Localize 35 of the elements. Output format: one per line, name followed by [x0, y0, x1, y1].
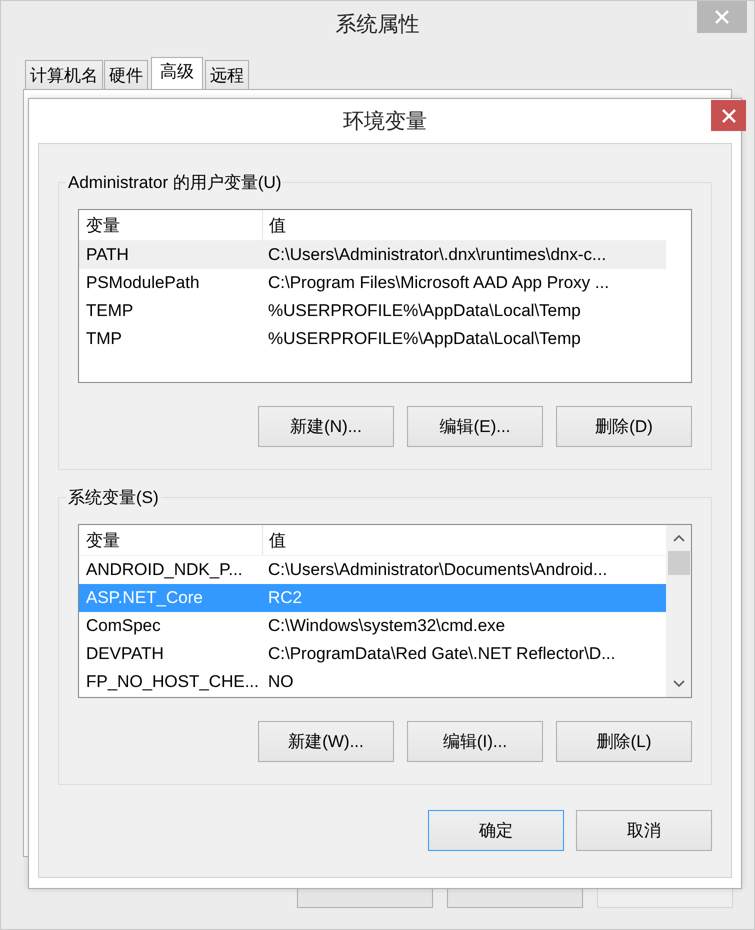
scroll-up-icon[interactable] [672, 534, 684, 542]
tab[interactable]: 远程 [205, 60, 249, 89]
group-label: 系统变量(S) [66, 486, 161, 509]
dialog-button[interactable]: 确定 [428, 810, 564, 851]
list-row[interactable]: ANDROID_NDK_P... C:\Users\Administrator\Documents\Android... [79, 556, 666, 584]
window-title: 系统属性 [336, 12, 420, 38]
list-row[interactable]: DEVPATH C:\ProgramData\Red Gate\.NET Reflector\D... [79, 640, 666, 668]
list-row[interactable]: ComSpec C:\Windows\system32\cmd.exe [79, 612, 666, 640]
tab[interactable]: 硬件 [104, 60, 148, 89]
tab[interactable]: 高级 [151, 57, 203, 89]
list-row[interactable]: TEMP %USERPROFILE%\AppData\Local\Temp [79, 297, 666, 325]
close-button[interactable] [711, 100, 746, 131]
column-header[interactable]: 变量 [79, 525, 263, 555]
group-label: Administrator 的用户变量(U) [66, 171, 284, 194]
dialog-button[interactable]: 删除(D) [556, 406, 692, 447]
scrollbar[interactable] [666, 525, 691, 697]
close-icon [720, 108, 736, 124]
dialog-button[interactable]: 新建(N)... [258, 406, 394, 447]
dialog-button[interactable]: 取消 [576, 810, 712, 851]
scroll-down-icon[interactable] [672, 680, 684, 688]
scrollbar-thumb[interactable] [668, 551, 690, 575]
list-row[interactable]: FP_NO_HOST_CHE... NO [79, 668, 666, 696]
dialog-button[interactable]: 编辑(I)... [407, 721, 543, 762]
dialog-title: 环境变量 [343, 109, 427, 135]
list-row[interactable]: PSModulePath C:\Program Files\Microsoft AAD App Proxy ... [79, 269, 666, 297]
column-header[interactable]: 值 [263, 210, 666, 240]
tab[interactable]: 计算机名 [25, 60, 103, 89]
list-row[interactable]: TMP %USERPROFILE%\AppData\Local\Temp [79, 325, 666, 353]
dialog-button[interactable]: 新建(W)... [258, 721, 394, 762]
dialog-button[interactable]: 编辑(E)... [407, 406, 543, 447]
close-icon [714, 9, 730, 25]
list-row[interactable]: PATH C:\Users\Administrator\.dnx\runtimes\dnx-c... [79, 241, 666, 269]
column-header[interactable]: 变量 [79, 210, 263, 240]
column-header[interactable]: 值 [263, 525, 666, 555]
dialog-button[interactable]: 删除(L) [556, 721, 692, 762]
